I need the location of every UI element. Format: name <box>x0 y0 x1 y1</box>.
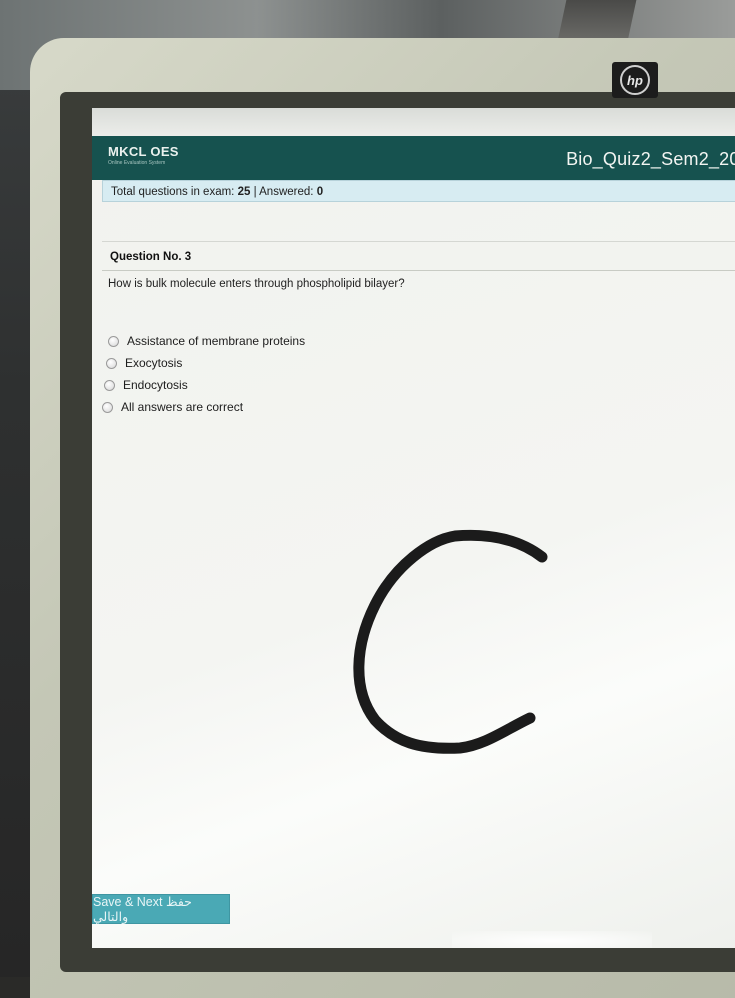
radio-button[interactable] <box>108 335 119 347</box>
radio-button[interactable] <box>104 379 115 391</box>
screen: MKCL OES Online Evaluation System Bio_Qu… <box>92 108 735 948</box>
answered-value: 0 <box>316 186 324 198</box>
question-number: Question No. 3 <box>102 241 735 271</box>
answer-option-label: Exocytosis <box>125 356 183 370</box>
answer-option-label: Endocytosis <box>123 378 188 392</box>
question-text: How is bulk molecule enters through phos… <box>108 278 405 290</box>
answer-option[interactable]: Assistance of membrane proteins <box>108 330 305 352</box>
screen-glare <box>452 931 652 948</box>
brand-name: MKCL OES <box>108 144 179 159</box>
app-header: MKCL OES Online Evaluation System Bio_Qu… <box>92 136 735 180</box>
browser-top-strip <box>92 108 735 136</box>
total-questions-label: Total questions in exam: <box>111 186 235 198</box>
exam-title: Bio_Quiz2_Sem2_2019 <box>566 149 735 169</box>
exam-status-bar: Total questions in exam: 25 | Answered: … <box>102 180 735 202</box>
answer-options: Assistance of membrane proteins Exocytos… <box>102 330 305 418</box>
brand-tagline: Online Evaluation System <box>108 160 166 166</box>
radio-button[interactable] <box>102 401 113 413</box>
answer-option[interactable]: Endocytosis <box>104 374 305 396</box>
brand: MKCL OES Online Evaluation System <box>108 144 179 166</box>
answer-option-label: All answers are correct <box>121 400 244 414</box>
hp-logo-mark: hp <box>620 65 650 95</box>
status-separator: | <box>253 186 257 198</box>
hp-logo: hp <box>612 62 658 98</box>
answer-option[interactable]: Exocytosis <box>106 352 305 374</box>
total-questions-value: 25 <box>237 186 251 198</box>
answered-label: Answered: <box>259 186 314 198</box>
radio-button[interactable] <box>106 357 117 369</box>
answer-option-label: Assistance of membrane proteins <box>127 334 306 348</box>
save-next-button[interactable]: Save & Next حفظ والتالي <box>92 894 230 924</box>
answer-option[interactable]: All answers are correct <box>102 396 305 418</box>
